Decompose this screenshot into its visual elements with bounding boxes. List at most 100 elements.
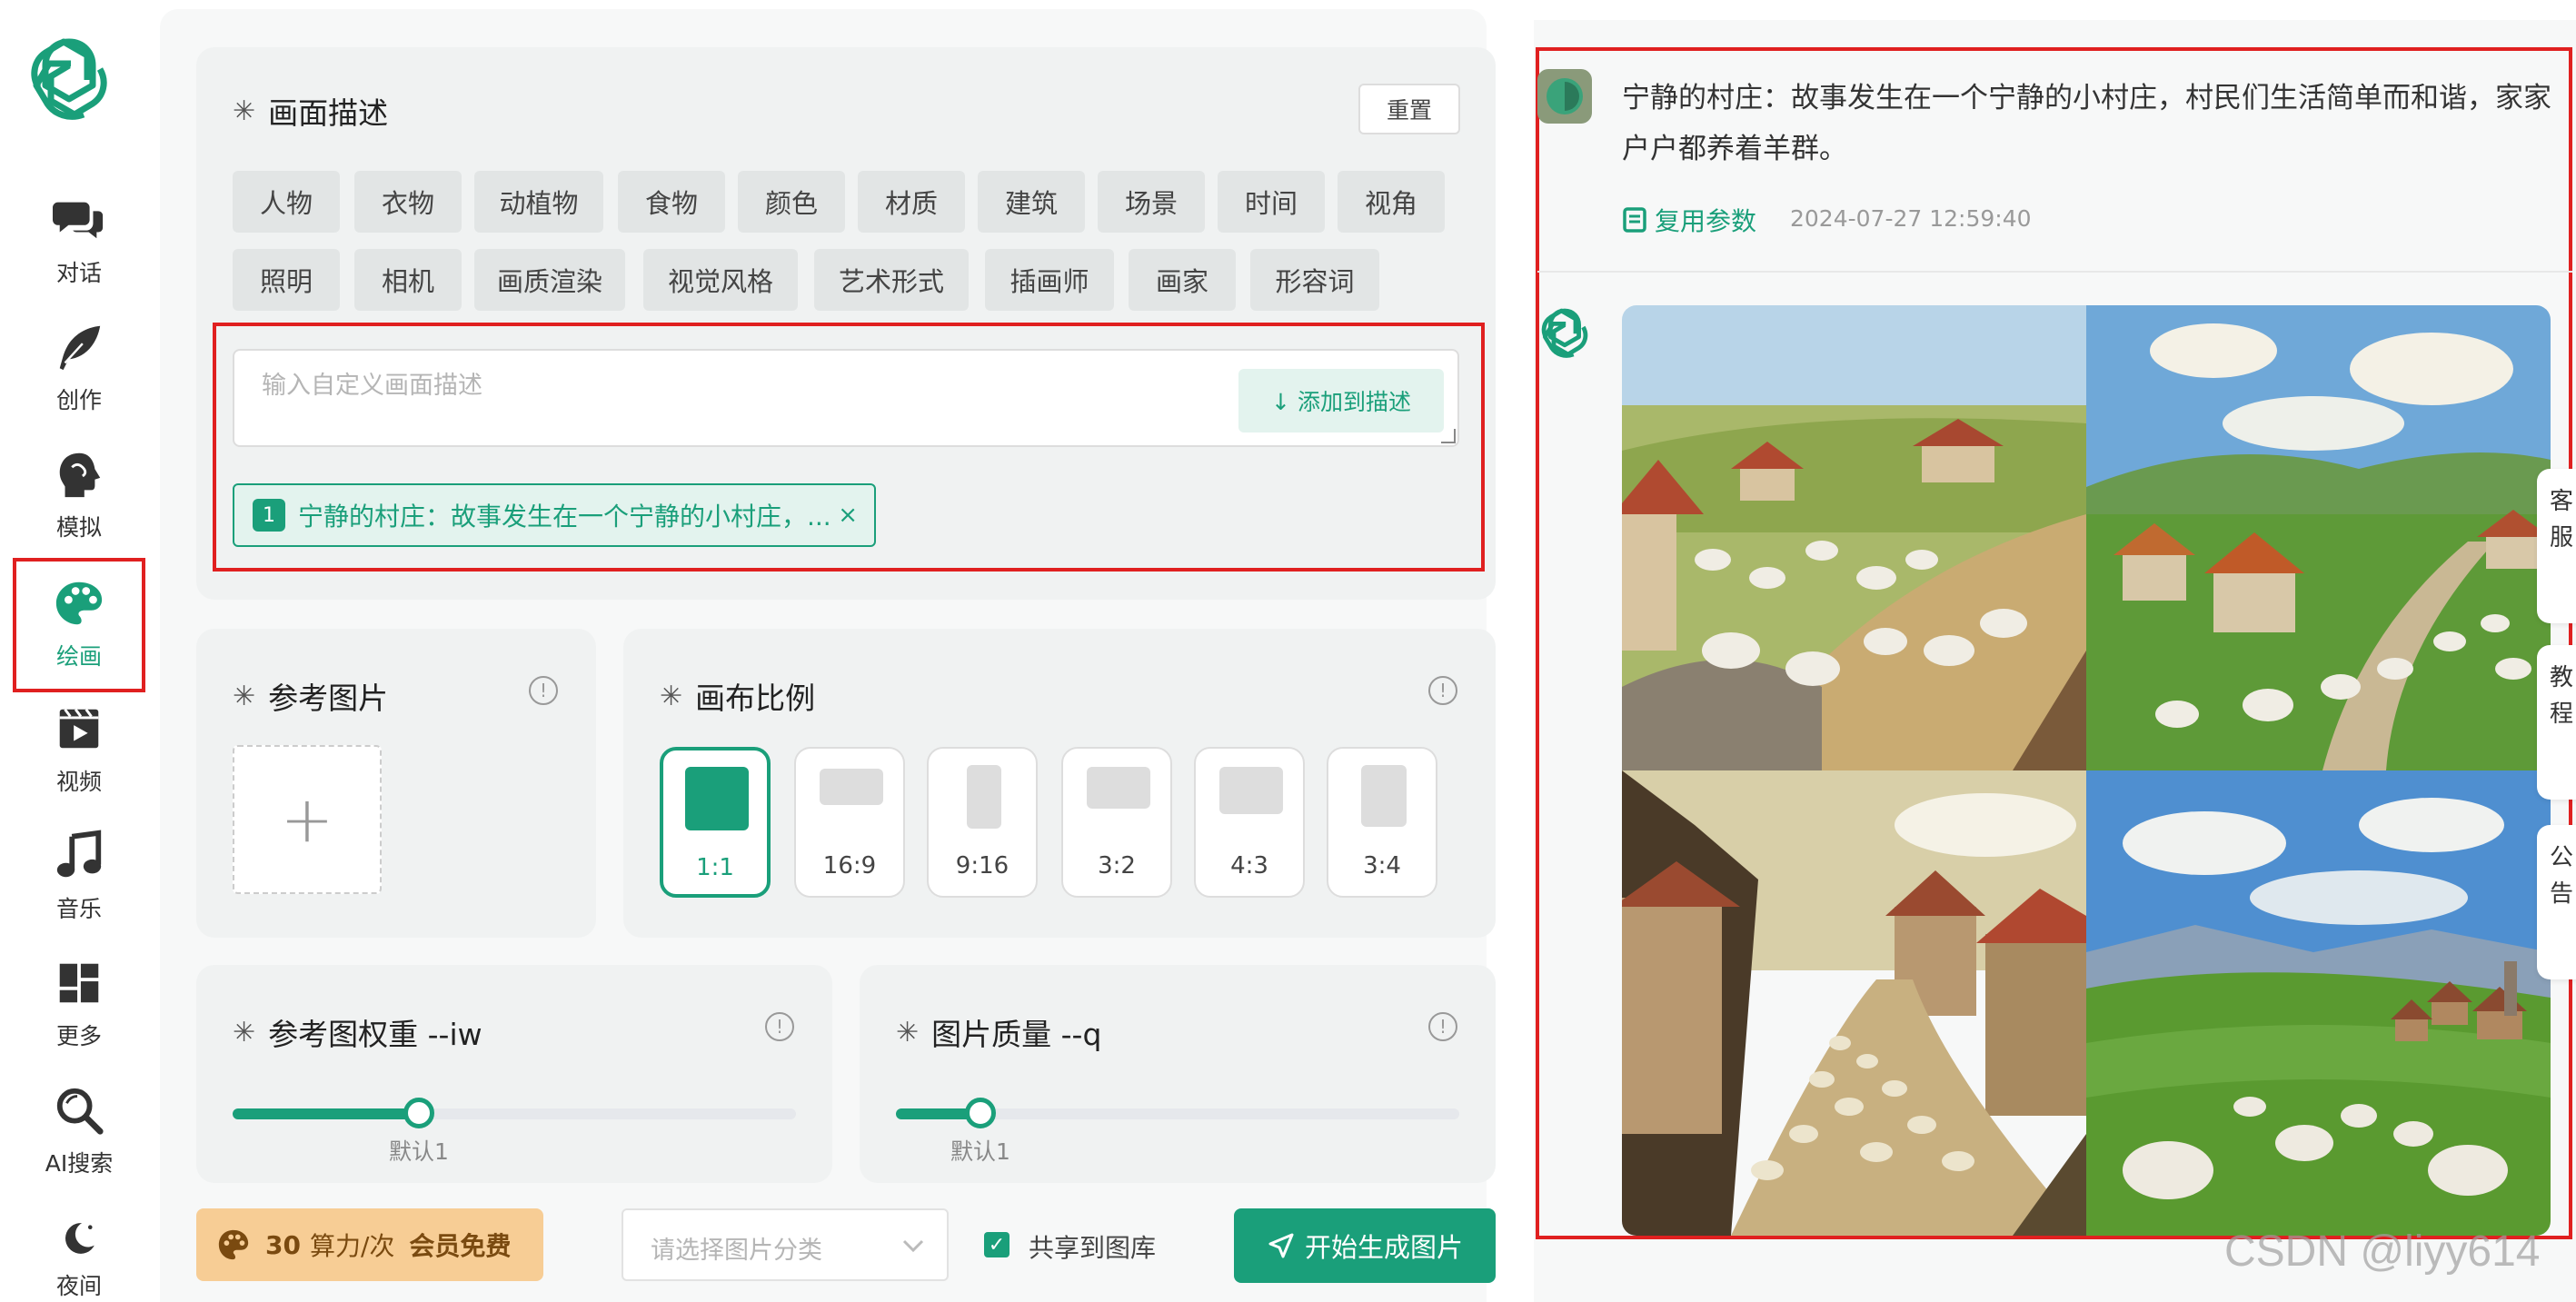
tag-button[interactable]: 形容词 (1250, 249, 1379, 311)
generated-image-4[interactable] (2086, 770, 2551, 1236)
ratio-option-9-16[interactable]: 9:16 (927, 747, 1038, 898)
tag-button[interactable]: 场景 (1098, 171, 1205, 233)
ratio-option-1-1[interactable]: 1:1 (660, 747, 771, 898)
feather-pen-icon (59, 325, 101, 371)
generated-image-1[interactable] (1622, 305, 2086, 770)
sidebar-item-label: 模拟 (55, 514, 102, 541)
ratio-shape (967, 765, 1001, 829)
chip-index-badge: 1 (253, 499, 285, 532)
divider (1537, 271, 2572, 273)
ratio-label: 3:4 (1363, 852, 1401, 880)
tag-button[interactable]: 画家 (1129, 249, 1236, 311)
generate-image-button[interactable]: 开始生成图片 (1234, 1208, 1496, 1283)
sidebar-item-label: 音乐 (55, 896, 102, 922)
tag-button[interactable]: 人物 (233, 171, 340, 233)
ratio-shape (1219, 767, 1283, 814)
sidebar-item-night-mode[interactable]: 夜间 (13, 1196, 145, 1302)
sidebar-item-label: 夜间 (55, 1273, 102, 1299)
generated-image-3[interactable] (1622, 770, 2086, 1236)
tag-button[interactable]: 衣物 (354, 171, 462, 233)
info-icon[interactable]: ! (1428, 676, 1457, 705)
asterisk-icon: ✳ (660, 680, 683, 712)
tag-button[interactable]: 视角 (1338, 171, 1445, 233)
sidebar-item-create[interactable]: 创作 (13, 302, 145, 434)
sidebar: 对话 创作 模拟 绘画 视频 音乐 更多 AI搜索 夜间 (0, 0, 145, 1302)
select-placeholder: 请选择图片分类 (651, 1237, 822, 1265)
info-icon[interactable]: ! (529, 676, 558, 705)
add-to-description-button[interactable]: ↓ 添加到描述 (1238, 369, 1444, 432)
sidebar-item-chat[interactable]: 对话 (13, 174, 145, 307)
side-tab-tutorial[interactable]: 教程 (2537, 645, 2576, 800)
ratio-label: 1:1 (696, 854, 734, 881)
user-avatar (1537, 69, 1592, 124)
ratio-label: 16:9 (822, 852, 877, 880)
category-select[interactable]: 请选择图片分类 (622, 1208, 949, 1281)
tag-button[interactable]: 视觉风格 (643, 249, 798, 311)
ratio-option-3-2[interactable]: 3:2 (1061, 747, 1172, 898)
ratio-shape (1087, 767, 1150, 809)
sidebar-item-simulate[interactable]: 模拟 (13, 429, 145, 562)
slider-handle[interactable] (965, 1098, 996, 1128)
ratio-option-4-3[interactable]: 4:3 (1194, 747, 1305, 898)
reuse-params-link[interactable]: 复用参数 (1622, 202, 1756, 238)
image-weight-slider[interactable] (233, 1098, 796, 1128)
info-icon[interactable]: ! (1428, 1012, 1457, 1041)
asterisk-icon: ✳ (233, 94, 256, 127)
sidebar-item-label: 创作 (55, 387, 102, 413)
prompt-text: 宁静的村庄：故事发生在一个宁静的小村庄，村民们生活简单而和谐，家家户户都养着羊群… (1622, 82, 2551, 165)
slider-default-label: 默认1 (950, 1138, 1010, 1165)
side-tab-announcement[interactable]: 公告 (2537, 825, 2576, 979)
openai-logo-icon[interactable] (24, 33, 114, 124)
side-tab-customer-service[interactable]: 客服 (2537, 469, 2576, 623)
sidebar-item-more[interactable]: 更多 (13, 938, 145, 1070)
tag-button[interactable]: 建筑 (978, 171, 1085, 233)
tag-button[interactable]: 时间 (1218, 171, 1325, 233)
slider-fill (233, 1108, 419, 1119)
cost-badge: 30 算力/次 会员免费 (196, 1208, 543, 1281)
tag-button[interactable]: 相机 (354, 249, 462, 311)
tag-button[interactable]: 照明 (233, 249, 340, 311)
sidebar-item-music[interactable]: 音乐 (13, 810, 145, 943)
slider-handle[interactable] (403, 1098, 434, 1128)
ratio-shape (685, 767, 749, 830)
quality-title: ✳ 图片质量 --q (896, 1016, 1102, 1053)
tag-button[interactable]: 艺术形式 (814, 249, 969, 311)
ratio-label: 3:2 (1098, 852, 1136, 880)
asterisk-icon: ✳ (233, 1016, 256, 1049)
sidebar-item-label: AI搜索 (45, 1150, 114, 1177)
ratio-label: 9:16 (955, 852, 1010, 880)
search-icon (56, 1088, 104, 1135)
asterisk-icon: ✳ (896, 1016, 920, 1049)
asterisk-icon: ✳ (233, 680, 256, 712)
watermark: CSDN @liyy614 (2224, 1227, 2541, 1276)
tag-button[interactable]: 材质 (858, 171, 965, 233)
reset-button[interactable]: 重置 (1358, 84, 1460, 134)
sidebar-item-video[interactable]: 视频 (13, 683, 145, 816)
tag-button[interactable]: 画质渲染 (474, 249, 625, 311)
share-checkbox[interactable]: ✓ (984, 1232, 1010, 1257)
close-icon[interactable]: × (838, 502, 858, 529)
tag-button[interactable]: 食物 (618, 171, 725, 233)
copy-doc-icon (1623, 207, 1646, 233)
send-arrow-icon (1268, 1233, 1294, 1258)
sidebar-item-ai-search[interactable]: AI搜索 (13, 1065, 145, 1198)
description-title: ✳ 画面描述 (233, 94, 389, 132)
sidebar-item-label: 更多 (55, 1023, 102, 1049)
quality-slider[interactable] (896, 1098, 1459, 1128)
ratio-label: 4:3 (1230, 852, 1268, 880)
input-placeholder: 输入自定义画面描述 (262, 372, 482, 400)
resize-handle-icon[interactable] (1441, 429, 1456, 443)
tag-button[interactable]: 插画师 (985, 249, 1114, 311)
description-chip[interactable]: 1 宁静的村庄：故事发生在一个宁静的小村庄，... × (233, 483, 876, 547)
ratio-option-16-9[interactable]: 16:9 (794, 747, 905, 898)
generated-image-grid[interactable] (1622, 305, 2551, 1236)
tag-button[interactable]: 颜色 (738, 171, 845, 233)
upload-image-button[interactable]: + (233, 745, 382, 894)
tag-button[interactable]: 动植物 (474, 171, 603, 233)
custom-description-input[interactable]: 输入自定义画面描述 ↓ 添加到描述 (233, 349, 1459, 447)
ratio-option-3-4[interactable]: 3:4 (1327, 747, 1437, 898)
chevron-down-icon (902, 1239, 924, 1253)
info-icon[interactable]: ! (765, 1012, 794, 1041)
music-note-icon (56, 830, 102, 878)
generated-image-2[interactable] (2086, 305, 2551, 770)
